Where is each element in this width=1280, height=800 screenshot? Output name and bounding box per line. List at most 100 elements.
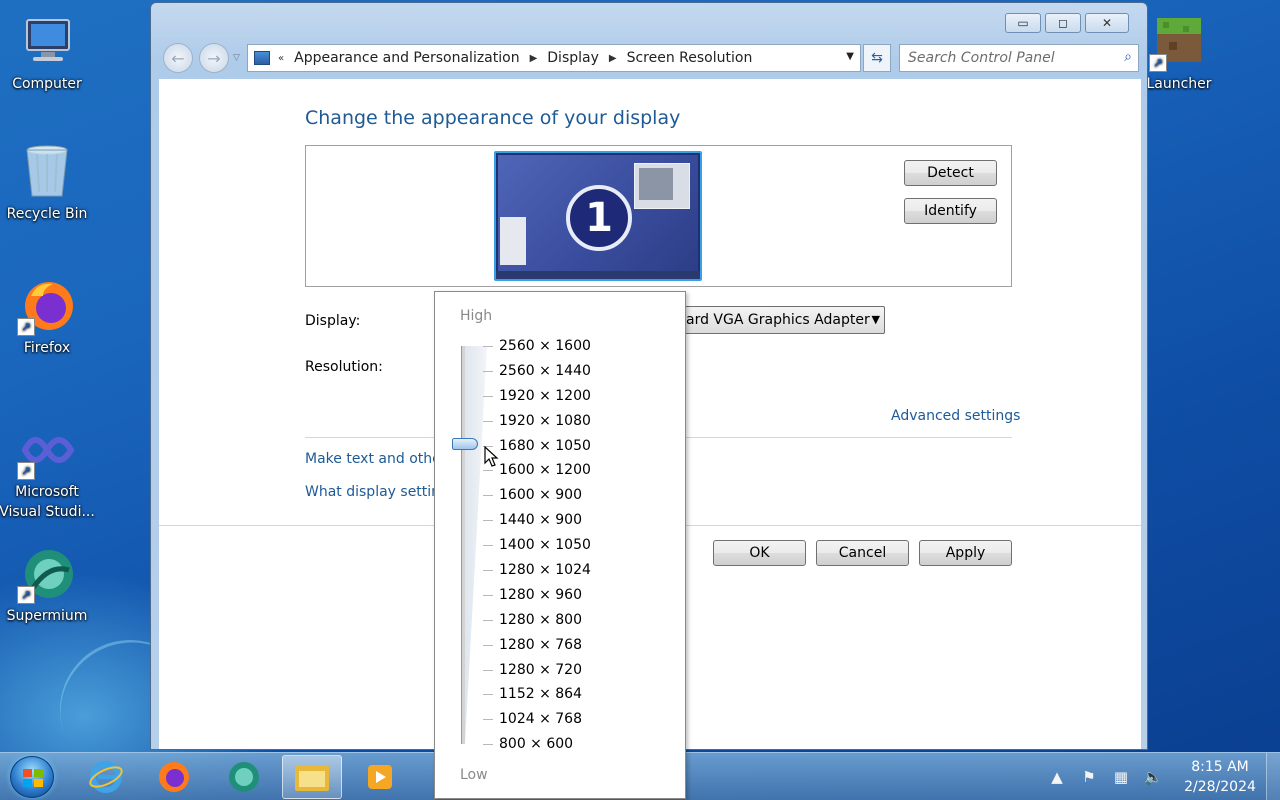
breadcrumb-item[interactable]: Appearance and Personalization — [294, 50, 519, 66]
identify-button[interactable]: Identify — [904, 198, 997, 224]
resolution-option[interactable]: 1280 × 800 — [483, 610, 591, 635]
back-button[interactable]: ← — [163, 43, 193, 73]
firefox-icon: ↗ — [17, 276, 77, 336]
show-desktop-button[interactable] — [1266, 753, 1280, 800]
text-size-link[interactable]: Make text and other — [305, 451, 447, 467]
show-hidden-icons-icon[interactable]: ▲ — [1046, 766, 1068, 788]
desktop-icon-visual-studio[interactable]: ↗ Microsoft Visual Studi... — [0, 420, 95, 522]
launcher-icon: ↗ — [1149, 12, 1209, 72]
back-arrow-icon: ← — [171, 48, 185, 68]
close-button[interactable]: ✕ — [1085, 13, 1129, 33]
chevron-down-icon: ▼ — [871, 313, 880, 326]
resolution-option-label: 1024 × 768 — [499, 711, 582, 728]
close-icon: ✕ — [1101, 16, 1113, 30]
resolution-option[interactable]: 1400 × 1050 — [483, 535, 591, 560]
taskbar-app-file-explorer[interactable] — [282, 755, 342, 799]
shortcut-arrow-icon: ↗ — [17, 586, 35, 604]
ok-button[interactable]: OK — [713, 540, 806, 566]
display-select[interactable]: ard VGA Graphics Adapter ▼ — [679, 306, 885, 334]
network-icon[interactable]: ▦ — [1110, 766, 1132, 788]
slider-tick — [483, 545, 493, 547]
resolution-option[interactable]: 1680 × 1050 — [483, 436, 591, 461]
breadcrumb-item[interactable]: Display — [547, 50, 599, 66]
resolution-option[interactable]: 1280 × 1024 — [483, 560, 591, 585]
refresh-button[interactable]: ⇆ — [863, 44, 891, 72]
shortcut-arrow-icon: ↗ — [1149, 54, 1167, 72]
resolution-option[interactable]: 1600 × 900 — [483, 485, 591, 510]
breadcrumb-separator-icon[interactable]: ▶ — [609, 53, 617, 64]
visual-studio-icon: ↗ — [17, 420, 77, 480]
desktop-icon-recycle-bin[interactable]: Recycle Bin — [0, 142, 95, 224]
resolution-option-label: 1920 × 1080 — [499, 412, 591, 429]
start-button[interactable] — [10, 756, 54, 798]
resolution-option[interactable]: 1280 × 768 — [483, 635, 591, 660]
resolution-option[interactable]: 1920 × 1080 — [483, 411, 591, 436]
taskbar-app-internet-explorer[interactable] — [76, 755, 136, 799]
taskbar-app-firefox[interactable] — [144, 755, 204, 799]
taskbar-app-supermium[interactable] — [214, 755, 274, 799]
volume-muted-icon[interactable]: 🔈 — [1142, 766, 1164, 788]
slider-tick — [483, 520, 493, 522]
monitor-preview-start — [500, 217, 526, 265]
resolution-option[interactable]: 1024 × 768 — [483, 709, 591, 734]
resolution-option-label: 800 × 600 — [499, 736, 574, 753]
resolution-option[interactable]: 1440 × 900 — [483, 510, 591, 535]
desktop-icon-firefox[interactable]: ↗ Firefox — [0, 276, 95, 358]
desktop-icon-computer[interactable]: Computer — [0, 12, 95, 94]
supermium-icon — [229, 762, 259, 792]
history-dropdown-icon[interactable]: ▽ — [233, 53, 240, 63]
minimize-button[interactable]: ▭ — [1005, 13, 1041, 33]
resolution-option[interactable]: 1280 × 960 — [483, 585, 591, 610]
clock[interactable]: 8:15 AM 2/28/2024 — [1174, 757, 1266, 797]
firefox-icon — [159, 762, 189, 792]
resolution-option[interactable]: 1920 × 1200 — [483, 386, 591, 411]
slider-tick — [483, 420, 493, 422]
breadcrumb-item[interactable]: Screen Resolution — [627, 50, 753, 66]
resolution-option[interactable]: 2560 × 1440 — [483, 361, 591, 386]
breadcrumb-overflow-icon[interactable]: « — [278, 53, 284, 64]
computer-icon — [17, 12, 77, 72]
display-label: Display: — [305, 313, 361, 329]
taskbar-app-media-player[interactable] — [350, 755, 410, 799]
resolution-option[interactable]: 1280 × 720 — [483, 660, 591, 685]
desktop-icon-label: Firefox — [23, 340, 71, 356]
cancel-button[interactable]: Cancel — [816, 540, 909, 566]
desktop-icon-supermium[interactable]: ↗ Supermium — [0, 544, 95, 626]
address-bar[interactable]: « Appearance and Personalization ▶ Displ… — [247, 44, 861, 72]
resolution-option[interactable]: 2560 × 1600 — [483, 336, 591, 361]
slider-tick — [483, 570, 493, 572]
address-dropdown-icon[interactable]: ▼ — [846, 51, 854, 62]
resolution-option-label: 2560 × 1600 — [499, 338, 591, 354]
monitor-1[interactable]: 1 — [494, 151, 702, 281]
search-icon[interactable]: ⌕ — [1124, 49, 1132, 65]
forward-arrow-icon: → — [207, 48, 221, 68]
detect-button[interactable]: Detect — [904, 160, 997, 186]
recycle-bin-icon — [17, 142, 77, 202]
internet-explorer-icon — [89, 761, 123, 793]
action-center-flag-icon[interactable]: ⚑ — [1078, 766, 1100, 788]
resolution-slider-thumb[interactable] — [452, 438, 478, 450]
advanced-settings-link[interactable]: Advanced settings — [891, 408, 1020, 424]
resolution-option[interactable]: 800 × 600 — [483, 734, 591, 759]
resolution-option[interactable]: 1152 × 864 — [483, 684, 591, 709]
resolution-option[interactable]: 1600 × 1200 — [483, 460, 591, 485]
display-select-value: ard VGA Graphics Adapter — [686, 312, 870, 328]
forward-button[interactable]: → — [199, 43, 229, 73]
slider-tick — [483, 470, 493, 472]
window-controls: ▭ ◻ ✕ — [1005, 13, 1129, 33]
resolution-option-label: 1152 × 864 — [499, 686, 582, 703]
slider-tick — [483, 694, 493, 696]
monitor-arrangement: 1 Detect Identify — [305, 145, 1012, 287]
slider-tick — [483, 495, 493, 497]
search-input[interactable]: Search Control Panel ⌕ — [899, 44, 1139, 72]
resolution-option-label: 1280 × 800 — [499, 611, 582, 628]
maximize-button[interactable]: ◻ — [1045, 13, 1081, 33]
resolution-dropdown[interactable]: High 2560 × 1600 2560 × 1440 1920 × 1200 19… — [434, 291, 686, 799]
resolution-slider-track[interactable] — [461, 346, 465, 744]
resolution-option-label: 1280 × 960 — [499, 586, 582, 603]
apply-button[interactable]: Apply — [919, 540, 1012, 566]
breadcrumb-separator-icon[interactable]: ▶ — [530, 53, 538, 64]
display-settings-help-link[interactable]: What display setting — [305, 484, 449, 500]
resolution-option-label: 1280 × 1024 — [499, 562, 591, 579]
resolution-label: Resolution: — [305, 359, 383, 375]
